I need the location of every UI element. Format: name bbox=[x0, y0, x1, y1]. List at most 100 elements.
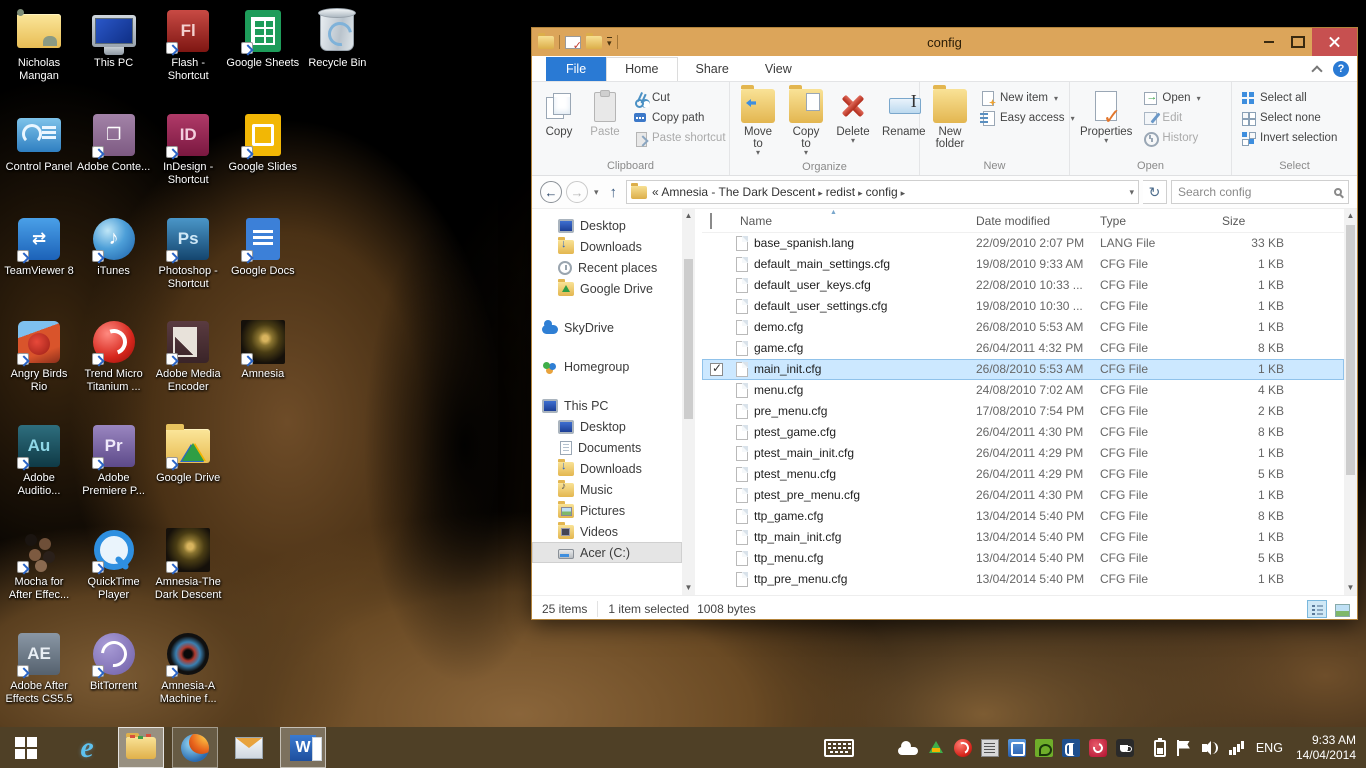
delete-button[interactable]: Delete▾ bbox=[830, 86, 876, 147]
action-center-flag-icon[interactable] bbox=[1175, 739, 1193, 757]
desktop-icon-adobe-media-encoder[interactable]: Adobe Media Encoder bbox=[151, 319, 225, 394]
desktop-icon-photoshop[interactable]: PsPhotoshop - Shortcut bbox=[151, 216, 225, 291]
desktop-icon-this-pc[interactable]: This PC bbox=[77, 8, 151, 70]
google-drive-tray-icon[interactable] bbox=[927, 739, 945, 757]
refresh-button[interactable]: ↻ bbox=[1143, 180, 1167, 204]
sidebar-item-downloads[interactable]: Downloads bbox=[532, 236, 682, 257]
desktop-icon-trend-micro[interactable]: Trend Micro Titanium ... bbox=[77, 319, 151, 394]
copy-path-button[interactable]: Copy path bbox=[632, 110, 726, 126]
row-checkbox[interactable] bbox=[710, 363, 723, 376]
dolby-tray-icon[interactable] bbox=[1062, 739, 1080, 757]
desktop-icon-itunes[interactable]: ♪iTunes bbox=[77, 216, 151, 278]
forward-button[interactable]: → bbox=[566, 181, 588, 203]
network-signal-icon[interactable] bbox=[1229, 739, 1247, 757]
desktop-icon-flash[interactable]: FlFlash - Shortcut bbox=[151, 8, 225, 83]
select-none-button[interactable]: Select none bbox=[1240, 110, 1337, 126]
desktop-icon-after-effects[interactable]: AEAdobe After Effects CS5.5 bbox=[2, 631, 76, 706]
breadcrumb[interactable]: « Amnesia - The Dark Descent▸redist▸conf… bbox=[626, 180, 1139, 204]
breadcrumb-overflow[interactable]: « bbox=[652, 185, 661, 199]
sidebar-item-this-pc[interactable]: This PC bbox=[532, 395, 682, 416]
sidebar-scrollbar[interactable]: ▲ ▼ bbox=[682, 209, 695, 595]
easy-access-button[interactable]: Easy access bbox=[980, 110, 1075, 126]
sidebar-item-documents[interactable]: Documents bbox=[532, 437, 682, 458]
coffee-tray-icon[interactable] bbox=[1116, 739, 1134, 757]
desktop-icon-mocha[interactable]: Mocha for After Effec... bbox=[2, 527, 76, 602]
paste-shortcut-button[interactable]: Paste shortcut bbox=[632, 130, 726, 146]
ime-tray-icon[interactable] bbox=[1008, 739, 1026, 757]
invert-selection-button[interactable]: Invert selection bbox=[1240, 130, 1337, 146]
titlebar[interactable]: ▾ config bbox=[532, 28, 1357, 56]
new-item-button[interactable]: New item bbox=[980, 90, 1075, 106]
file-row-ptest_menu.cfg[interactable]: ptest_menu.cfg26/04/2011 4:29 PMCFG File… bbox=[702, 464, 1344, 485]
nvidia-tray-icon[interactable] bbox=[1035, 739, 1053, 757]
column-header-name[interactable]: Name bbox=[740, 214, 772, 228]
column-header-date[interactable]: Date modified bbox=[976, 214, 1050, 228]
back-button[interactable]: ← bbox=[540, 181, 562, 203]
minimize-button[interactable] bbox=[1254, 28, 1283, 56]
file-row-default_user_keys.cfg[interactable]: default_user_keys.cfg22/08/2010 10:33 ..… bbox=[702, 275, 1344, 296]
sidebar-item-downloads[interactable]: Downloads bbox=[532, 458, 682, 479]
move-to-button[interactable]: Move to▾ bbox=[734, 86, 782, 159]
maximize-button[interactable] bbox=[1283, 28, 1312, 56]
sidebar-item-desktop[interactable]: Desktop bbox=[532, 416, 682, 437]
edit-button[interactable]: Edit bbox=[1142, 110, 1200, 126]
skydrive-tray-icon[interactable] bbox=[898, 747, 918, 755]
large-icons-view-button[interactable] bbox=[1331, 600, 1351, 618]
sidebar-item-skydrive[interactable]: SkyDrive bbox=[532, 317, 682, 338]
taskbar-mail[interactable] bbox=[226, 727, 272, 768]
details-view-button[interactable] bbox=[1307, 600, 1327, 618]
desktop-icon-recycle-bin[interactable]: Recycle Bin bbox=[300, 8, 374, 70]
file-row-ttp_game.cfg[interactable]: ttp_game.cfg13/04/2014 5:40 PMCFG File8 … bbox=[702, 506, 1344, 527]
tab-view[interactable]: View bbox=[747, 58, 810, 81]
file-row-ttp_pre_menu.cfg[interactable]: ttp_pre_menu.cfg13/04/2014 5:40 PMCFG Fi… bbox=[702, 569, 1344, 590]
scroll-down-icon[interactable]: ▼ bbox=[1344, 581, 1357, 595]
file-row-demo.cfg[interactable]: demo.cfg26/08/2010 5:53 AMCFG File1 KB bbox=[702, 317, 1344, 338]
sidebar-item-google-drive[interactable]: Google Drive bbox=[532, 278, 682, 299]
desktop-icon-quicktime[interactable]: QuickTime Player bbox=[77, 527, 151, 602]
minimize-ribbon-icon[interactable] bbox=[1311, 65, 1323, 73]
sidebar-item-desktop[interactable]: Desktop bbox=[532, 215, 682, 236]
sidebar-item-videos[interactable]: Videos bbox=[532, 521, 682, 542]
desktop-icon-indesign[interactable]: IDInDesign - Shortcut bbox=[151, 112, 225, 187]
open-button[interactable]: Open bbox=[1142, 90, 1200, 106]
trend-micro-tray-icon[interactable] bbox=[954, 739, 972, 757]
desktop-icon-google-drive[interactable]: Google Drive bbox=[151, 423, 225, 485]
tab-file[interactable]: File bbox=[546, 57, 606, 81]
taskbar-internet-explorer[interactable]: e bbox=[64, 727, 110, 768]
breadcrumb-segment[interactable]: Amnesia - The Dark Descent bbox=[661, 185, 815, 199]
paste-button[interactable]: Paste bbox=[582, 86, 628, 141]
qat-new-folder-icon[interactable] bbox=[586, 36, 602, 49]
sidebar-item-acer-c-[interactable]: Acer (C:) bbox=[532, 542, 682, 563]
column-header-type[interactable]: Type bbox=[1100, 214, 1126, 228]
scroll-down-icon[interactable]: ▼ bbox=[682, 581, 695, 595]
desktop-icon-google-slides[interactable]: Google Slides bbox=[226, 112, 300, 174]
copy-button[interactable]: Copy bbox=[536, 86, 582, 141]
file-row-menu.cfg[interactable]: menu.cfg24/08/2010 7:02 AMCFG File4 KB bbox=[702, 380, 1344, 401]
breadcrumb-chevron-icon[interactable]: ▸ bbox=[898, 188, 909, 198]
desktop-icon-teamviewer[interactable]: ⇄TeamViewer 8 bbox=[2, 216, 76, 278]
volume-icon[interactable] bbox=[1202, 739, 1220, 757]
file-row-default_user_settings.cfg[interactable]: default_user_settings.cfg19/08/2010 10:3… bbox=[702, 296, 1344, 317]
taskbar-file-explorer[interactable] bbox=[118, 727, 164, 768]
scroll-up-icon[interactable]: ▲ bbox=[682, 209, 695, 223]
sidebar-item-homegroup[interactable]: Homegroup bbox=[532, 356, 682, 377]
search-icon[interactable] bbox=[1334, 188, 1342, 196]
file-list-scrollbar[interactable]: ▲ ▼ bbox=[1344, 209, 1357, 595]
file-row-ptest_pre_menu.cfg[interactable]: ptest_pre_menu.cfg26/04/2011 4:30 PMCFG … bbox=[702, 485, 1344, 506]
history-button[interactable]: History bbox=[1142, 130, 1200, 146]
file-row-pre_menu.cfg[interactable]: pre_menu.cfg17/08/2010 7:54 PMCFG File2 … bbox=[702, 401, 1344, 422]
desktop-icon-control-panel[interactable]: Control Panel bbox=[2, 112, 76, 174]
properties-button[interactable]: Properties▾ bbox=[1074, 86, 1138, 147]
red-swirl-tray-icon[interactable] bbox=[1089, 739, 1107, 757]
recent-locations-icon[interactable]: ▾ bbox=[592, 187, 601, 198]
file-row-base_spanish.lang[interactable]: base_spanish.lang22/09/2010 2:07 PMLANG … bbox=[702, 233, 1344, 254]
file-row-default_main_settings.cfg[interactable]: default_main_settings.cfg19/08/2010 9:33… bbox=[702, 254, 1344, 275]
scroll-up-icon[interactable]: ▲ bbox=[1344, 209, 1357, 223]
language-indicator[interactable]: ENG bbox=[1256, 741, 1283, 755]
sidebar-item-recent-places[interactable]: Recent places bbox=[532, 257, 682, 278]
desktop-icon-adobe-audition[interactable]: AuAdobe Auditio... bbox=[2, 423, 76, 498]
tab-share[interactable]: Share bbox=[678, 58, 747, 81]
qat-customize-icon[interactable]: ▾ bbox=[607, 37, 612, 48]
file-row-game.cfg[interactable]: game.cfg26/04/2011 4:32 PMCFG File8 KB bbox=[702, 338, 1344, 359]
file-row-ptest_game.cfg[interactable]: ptest_game.cfg26/04/2011 4:30 PMCFG File… bbox=[702, 422, 1344, 443]
